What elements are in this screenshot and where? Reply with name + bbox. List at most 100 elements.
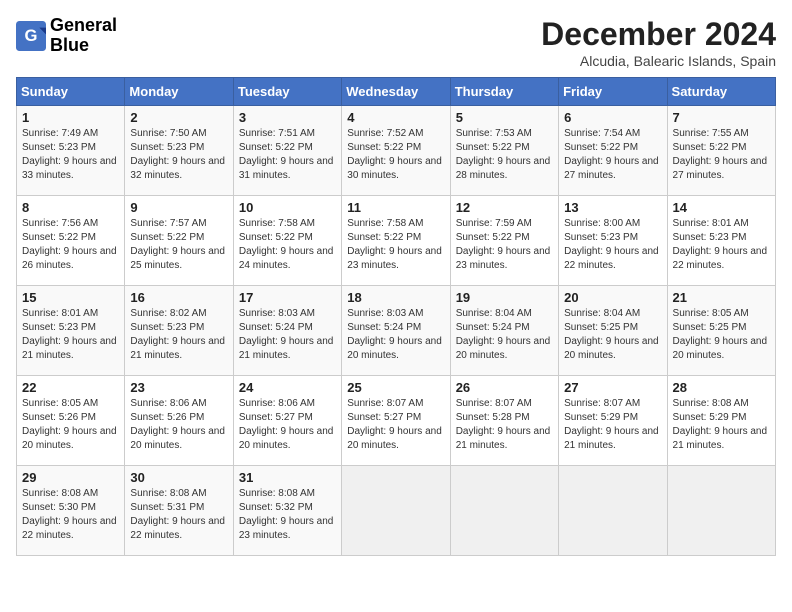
calendar-cell: 29 Sunrise: 8:08 AM Sunset: 5:30 PM Dayl…: [17, 466, 125, 556]
calendar-cell: 21 Sunrise: 8:05 AM Sunset: 5:25 PM Dayl…: [667, 286, 775, 376]
calendar-cell: 11 Sunrise: 7:58 AM Sunset: 5:22 PM Dayl…: [342, 196, 450, 286]
day-number: 31: [239, 470, 336, 485]
subtitle: Alcudia, Balearic Islands, Spain: [541, 53, 776, 69]
calendar-cell: 5 Sunrise: 7:53 AM Sunset: 5:22 PM Dayli…: [450, 106, 558, 196]
day-number: 16: [130, 290, 227, 305]
calendar-body: 1 Sunrise: 7:49 AM Sunset: 5:23 PM Dayli…: [17, 106, 776, 556]
cell-content: Sunrise: 7:56 AM Sunset: 5:22 PM Dayligh…: [22, 217, 119, 273]
day-number: 5: [456, 110, 553, 125]
calendar-cell: 4 Sunrise: 7:52 AM Sunset: 5:22 PM Dayli…: [342, 106, 450, 196]
calendar-cell: 14 Sunrise: 8:01 AM Sunset: 5:23 PM Dayl…: [667, 196, 775, 286]
day-number: 25: [347, 380, 444, 395]
day-number: 3: [239, 110, 336, 125]
calendar-cell: 20 Sunrise: 8:04 AM Sunset: 5:25 PM Dayl…: [559, 286, 667, 376]
cell-content: Sunrise: 7:54 AM Sunset: 5:22 PM Dayligh…: [564, 127, 661, 183]
header: G General Blue December 2024 Alcudia, Ba…: [16, 16, 776, 69]
cell-content: Sunrise: 7:49 AM Sunset: 5:23 PM Dayligh…: [22, 127, 119, 183]
logo-line1: General: [50, 16, 117, 36]
header-cell-saturday: Saturday: [667, 78, 775, 106]
day-number: 11: [347, 200, 444, 215]
day-number: 22: [22, 380, 119, 395]
cell-content: Sunrise: 8:07 AM Sunset: 5:28 PM Dayligh…: [456, 397, 553, 453]
cell-content: Sunrise: 8:08 AM Sunset: 5:31 PM Dayligh…: [130, 487, 227, 543]
day-number: 6: [564, 110, 661, 125]
day-number: 19: [456, 290, 553, 305]
calendar-cell: 26 Sunrise: 8:07 AM Sunset: 5:28 PM Dayl…: [450, 376, 558, 466]
calendar-table: SundayMondayTuesdayWednesdayThursdayFrid…: [16, 77, 776, 556]
day-number: 12: [456, 200, 553, 215]
week-row-2: 8 Sunrise: 7:56 AM Sunset: 5:22 PM Dayli…: [17, 196, 776, 286]
svg-text:G: G: [25, 26, 38, 45]
day-number: 14: [673, 200, 770, 215]
calendar-cell: 30 Sunrise: 8:08 AM Sunset: 5:31 PM Dayl…: [125, 466, 233, 556]
header-cell-wednesday: Wednesday: [342, 78, 450, 106]
day-number: 23: [130, 380, 227, 395]
day-number: 2: [130, 110, 227, 125]
header-cell-tuesday: Tuesday: [233, 78, 341, 106]
calendar-cell: 17 Sunrise: 8:03 AM Sunset: 5:24 PM Dayl…: [233, 286, 341, 376]
calendar-cell: 13 Sunrise: 8:00 AM Sunset: 5:23 PM Dayl…: [559, 196, 667, 286]
header-cell-monday: Monday: [125, 78, 233, 106]
calendar-cell: 31 Sunrise: 8:08 AM Sunset: 5:32 PM Dayl…: [233, 466, 341, 556]
week-row-5: 29 Sunrise: 8:08 AM Sunset: 5:30 PM Dayl…: [17, 466, 776, 556]
header-cell-sunday: Sunday: [17, 78, 125, 106]
cell-content: Sunrise: 8:06 AM Sunset: 5:27 PM Dayligh…: [239, 397, 336, 453]
day-number: 18: [347, 290, 444, 305]
logo-text: General Blue: [50, 16, 117, 56]
calendar-cell: [559, 466, 667, 556]
day-number: 7: [673, 110, 770, 125]
calendar-cell: 28 Sunrise: 8:08 AM Sunset: 5:29 PM Dayl…: [667, 376, 775, 466]
calendar-cell: 16 Sunrise: 8:02 AM Sunset: 5:23 PM Dayl…: [125, 286, 233, 376]
cell-content: Sunrise: 7:50 AM Sunset: 5:23 PM Dayligh…: [130, 127, 227, 183]
cell-content: Sunrise: 8:05 AM Sunset: 5:26 PM Dayligh…: [22, 397, 119, 453]
cell-content: Sunrise: 7:55 AM Sunset: 5:22 PM Dayligh…: [673, 127, 770, 183]
day-number: 1: [22, 110, 119, 125]
calendar-cell: 2 Sunrise: 7:50 AM Sunset: 5:23 PM Dayli…: [125, 106, 233, 196]
cell-content: Sunrise: 8:03 AM Sunset: 5:24 PM Dayligh…: [239, 307, 336, 363]
calendar-cell: 7 Sunrise: 7:55 AM Sunset: 5:22 PM Dayli…: [667, 106, 775, 196]
calendar-cell: [342, 466, 450, 556]
day-number: 4: [347, 110, 444, 125]
calendar-cell: 18 Sunrise: 8:03 AM Sunset: 5:24 PM Dayl…: [342, 286, 450, 376]
cell-content: Sunrise: 7:58 AM Sunset: 5:22 PM Dayligh…: [347, 217, 444, 273]
calendar-cell: 23 Sunrise: 8:06 AM Sunset: 5:26 PM Dayl…: [125, 376, 233, 466]
calendar-cell: 12 Sunrise: 7:59 AM Sunset: 5:22 PM Dayl…: [450, 196, 558, 286]
cell-content: Sunrise: 8:00 AM Sunset: 5:23 PM Dayligh…: [564, 217, 661, 273]
week-row-3: 15 Sunrise: 8:01 AM Sunset: 5:23 PM Dayl…: [17, 286, 776, 376]
cell-content: Sunrise: 8:01 AM Sunset: 5:23 PM Dayligh…: [673, 217, 770, 273]
calendar-cell: 10 Sunrise: 7:58 AM Sunset: 5:22 PM Dayl…: [233, 196, 341, 286]
cell-content: Sunrise: 7:58 AM Sunset: 5:22 PM Dayligh…: [239, 217, 336, 273]
cell-content: Sunrise: 8:02 AM Sunset: 5:23 PM Dayligh…: [130, 307, 227, 363]
header-cell-friday: Friday: [559, 78, 667, 106]
day-number: 30: [130, 470, 227, 485]
cell-content: Sunrise: 8:04 AM Sunset: 5:25 PM Dayligh…: [564, 307, 661, 363]
day-number: 27: [564, 380, 661, 395]
day-number: 10: [239, 200, 336, 215]
day-number: 20: [564, 290, 661, 305]
calendar-cell: 9 Sunrise: 7:57 AM Sunset: 5:22 PM Dayli…: [125, 196, 233, 286]
calendar-cell: 1 Sunrise: 7:49 AM Sunset: 5:23 PM Dayli…: [17, 106, 125, 196]
cell-content: Sunrise: 8:08 AM Sunset: 5:32 PM Dayligh…: [239, 487, 336, 543]
cell-content: Sunrise: 8:07 AM Sunset: 5:27 PM Dayligh…: [347, 397, 444, 453]
day-number: 24: [239, 380, 336, 395]
day-number: 15: [22, 290, 119, 305]
calendar-header: SundayMondayTuesdayWednesdayThursdayFrid…: [17, 78, 776, 106]
cell-content: Sunrise: 7:57 AM Sunset: 5:22 PM Dayligh…: [130, 217, 227, 273]
day-number: 26: [456, 380, 553, 395]
cell-content: Sunrise: 8:06 AM Sunset: 5:26 PM Dayligh…: [130, 397, 227, 453]
logo-line2: Blue: [50, 36, 117, 56]
calendar-cell: [667, 466, 775, 556]
calendar-cell: 27 Sunrise: 8:07 AM Sunset: 5:29 PM Dayl…: [559, 376, 667, 466]
day-number: 28: [673, 380, 770, 395]
logo: G General Blue: [16, 16, 117, 56]
week-row-4: 22 Sunrise: 8:05 AM Sunset: 5:26 PM Dayl…: [17, 376, 776, 466]
day-number: 21: [673, 290, 770, 305]
month-title: December 2024: [541, 16, 776, 53]
header-cell-thursday: Thursday: [450, 78, 558, 106]
calendar-cell: 6 Sunrise: 7:54 AM Sunset: 5:22 PM Dayli…: [559, 106, 667, 196]
day-number: 29: [22, 470, 119, 485]
calendar-cell: 15 Sunrise: 8:01 AM Sunset: 5:23 PM Dayl…: [17, 286, 125, 376]
week-row-1: 1 Sunrise: 7:49 AM Sunset: 5:23 PM Dayli…: [17, 106, 776, 196]
calendar-cell: 22 Sunrise: 8:05 AM Sunset: 5:26 PM Dayl…: [17, 376, 125, 466]
calendar-cell: 24 Sunrise: 8:06 AM Sunset: 5:27 PM Dayl…: [233, 376, 341, 466]
